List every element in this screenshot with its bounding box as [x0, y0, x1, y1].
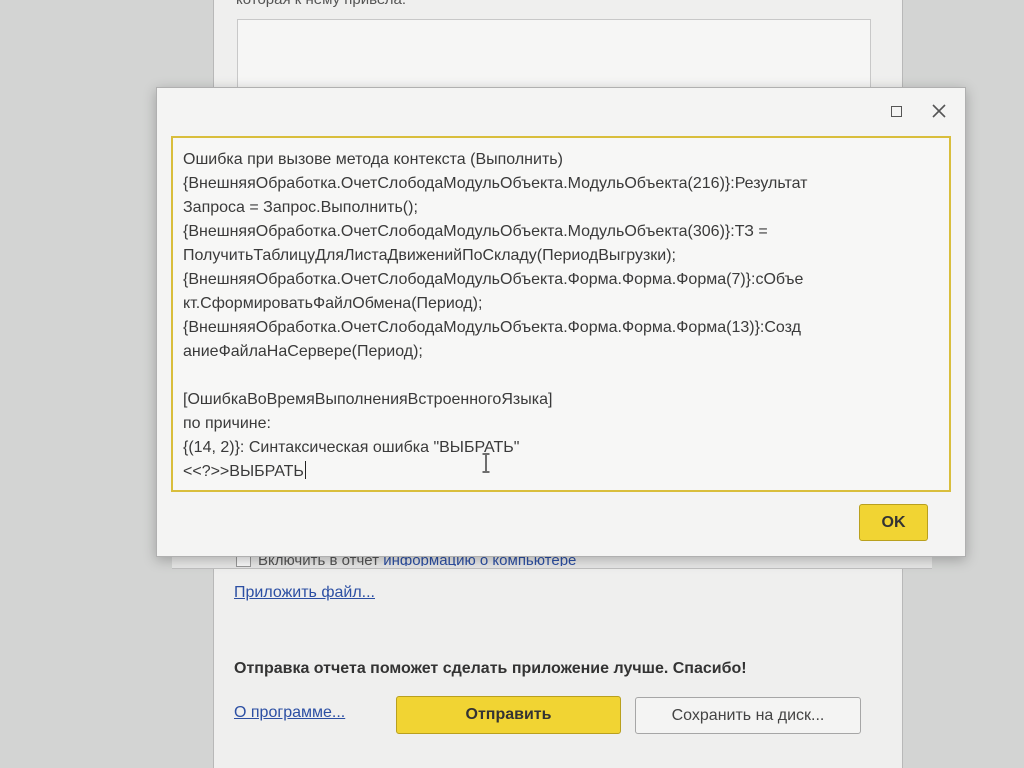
error-line: {(14, 2)}: Синтаксическая ошибка "ВЫБРАТ…	[183, 439, 520, 456]
report-description-field[interactable]	[237, 19, 871, 95]
close-button[interactable]	[928, 100, 950, 122]
error-line-blank	[183, 364, 939, 388]
send-button[interactable]: Отправить	[396, 696, 621, 734]
error-line: {ВнешняяОбработка.ОчетСлободаМодульОбъек…	[183, 175, 808, 192]
error-line: ПолучитьТаблицуДляЛистаДвиженийПоСкладу(…	[183, 247, 676, 264]
error-line: {ВнешняяОбработка.ОчетСлободаМодульОбъек…	[183, 319, 801, 336]
error-line: по причине:	[183, 415, 271, 432]
error-line: [ОшибкаВоВремяВыполненияВстроенногоЯзыка…	[183, 391, 553, 408]
error-dialog-titlebar[interactable]	[157, 88, 965, 132]
error-line: кт.СформироватьФайлОбмена(Период);	[183, 295, 483, 312]
error-line: Запроса = Запрос.Выполнить();	[183, 199, 418, 216]
error-text-field[interactable]: Ошибка при вызове метода контекста (Выпо…	[171, 136, 951, 492]
close-icon	[932, 104, 946, 118]
text-caret	[304, 461, 306, 479]
report-description-label: которая к нему привела:	[236, 0, 406, 8]
error-line: Ошибка при вызове метода контекста (Выпо…	[183, 151, 563, 168]
maximize-icon	[890, 105, 902, 117]
ok-button[interactable]: OK	[859, 504, 928, 541]
attach-file-link[interactable]: Приложить файл...	[234, 584, 375, 602]
thanks-message: Отправка отчета поможет сделать приложен…	[234, 660, 747, 677]
about-program-link[interactable]: О программе...	[234, 704, 345, 722]
save-to-disk-button[interactable]: Сохранить на диск...	[635, 697, 861, 734]
error-line: <<?>>ВЫБРАТЬ	[183, 463, 304, 480]
error-line: аниеФайлаНаСервере(Период);	[183, 343, 423, 360]
error-dialog: Ошибка при вызове метода контекста (Выпо…	[156, 87, 966, 557]
error-last-line: <<?>>ВЫБРАТЬ	[183, 460, 939, 484]
maximize-button[interactable]	[885, 100, 907, 122]
error-line: {ВнешняяОбработка.ОчетСлободаМодульОбъек…	[183, 271, 804, 288]
error-line: {ВнешняяОбработка.ОчетСлободаМодульОбъек…	[183, 223, 768, 240]
text-cursor-icon	[482, 453, 490, 473]
